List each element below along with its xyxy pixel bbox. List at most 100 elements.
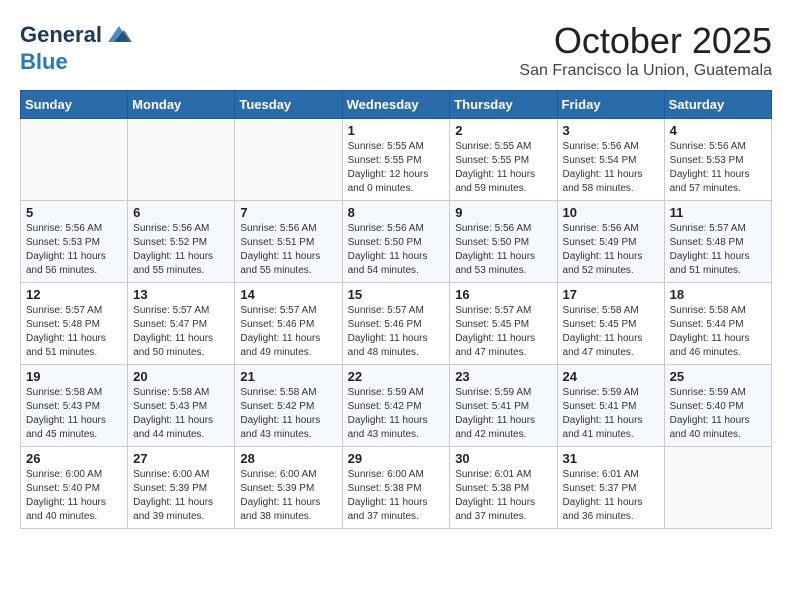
- calendar-cell: 10 Sunrise: 5:56 AM Sunset: 5:49 PM Dayli…: [557, 201, 664, 283]
- day-info: Sunrise: 5:56 AM Sunset: 5:50 PM Dayligh…: [455, 222, 551, 278]
- day-number: 30: [455, 451, 551, 466]
- day-info: Sunrise: 5:58 AM Sunset: 5:42 PM Dayligh…: [240, 386, 336, 442]
- day-number: 16: [455, 287, 551, 302]
- calendar-cell: 5Sunrise: 5:56 AM Sunset: 5:53 PM Daylig…: [21, 201, 128, 283]
- day-number: 23: [455, 369, 551, 384]
- calendar-cell: 28Sunrise: 6:00 AM Sunset: 5:39 PM Dayli…: [235, 447, 342, 529]
- day-info: Sunrise: 6:00 AM Sunset: 5:40 PM Dayligh…: [26, 468, 122, 524]
- day-info: Sunrise: 5:56 AM Sunset: 5:53 PM Dayligh…: [670, 140, 766, 196]
- calendar-cell: 6 Sunrise: 5:56 AM Sunset: 5:52 PM Daylig…: [128, 201, 235, 283]
- day-info: Sunrise: 5:57 AM Sunset: 5:48 PM Dayligh…: [670, 222, 766, 278]
- calendar-cell: 25 Sunrise: 5:59 AM Sunset: 5:40 PM Dayli…: [664, 365, 771, 447]
- day-number: 7: [240, 205, 336, 220]
- day-info: Sunrise: 5:58 AM Sunset: 5:45 PM Dayligh…: [563, 304, 659, 360]
- calendar-cell: 8Sunrise: 5:56 AM Sunset: 5:50 PM Daylig…: [342, 201, 450, 283]
- day-info: Sunrise: 5:59 AM Sunset: 5:42 PM Dayligh…: [348, 386, 445, 442]
- weekday-header-wednesday: Wednesday: [342, 91, 450, 119]
- weekday-header-saturday: Saturday: [664, 91, 771, 119]
- weekday-header-thursday: Thursday: [450, 91, 557, 119]
- day-number: 6: [133, 205, 229, 220]
- day-number: 2: [455, 123, 551, 138]
- day-number: 11: [670, 205, 766, 220]
- day-info: Sunrise: 5:59 AM Sunset: 5:41 PM Dayligh…: [455, 386, 551, 442]
- day-number: 26: [26, 451, 122, 466]
- calendar-week-row: 19 Sunrise: 5:58 AM Sunset: 5:43 PM Dayli…: [21, 365, 772, 447]
- day-info: Sunrise: 5:56 AM Sunset: 5:51 PM Dayligh…: [240, 222, 336, 278]
- calendar-cell: 17Sunrise: 5:58 AM Sunset: 5:45 PM Dayli…: [557, 283, 664, 365]
- calendar-cell: 19 Sunrise: 5:58 AM Sunset: 5:43 PM Dayli…: [21, 365, 128, 447]
- weekday-header-tuesday: Tuesday: [235, 91, 342, 119]
- day-number: 12: [26, 287, 122, 302]
- calendar-cell: 22Sunrise: 5:59 AM Sunset: 5:42 PM Dayli…: [342, 365, 450, 447]
- day-number: 8: [348, 205, 445, 220]
- day-number: 21: [240, 369, 336, 384]
- calendar-cell: 23 Sunrise: 5:59 AM Sunset: 5:41 PM Dayli…: [450, 365, 557, 447]
- calendar-cell: 11 Sunrise: 5:57 AM Sunset: 5:48 PM Dayli…: [664, 201, 771, 283]
- calendar-cell: [235, 119, 342, 201]
- day-info: Sunrise: 5:59 AM Sunset: 5:40 PM Dayligh…: [670, 386, 766, 442]
- day-info: Sunrise: 5:59 AM Sunset: 5:41 PM Dayligh…: [563, 386, 659, 442]
- weekday-header-friday: Friday: [557, 91, 664, 119]
- subtitle: San Francisco la Union, Guatemala: [519, 62, 772, 80]
- day-number: 1: [348, 123, 445, 138]
- calendar-cell: 15 Sunrise: 5:57 AM Sunset: 5:46 PM Dayli…: [342, 283, 450, 365]
- title-area: October 2025 San Francisco la Union, Gua…: [519, 20, 772, 80]
- logo: General Blue: [20, 20, 134, 74]
- day-number: 14: [240, 287, 336, 302]
- day-info: Sunrise: 5:56 AM Sunset: 5:54 PM Dayligh…: [563, 140, 659, 196]
- day-number: 15: [348, 287, 445, 302]
- calendar-cell: 12Sunrise: 5:57 AM Sunset: 5:48 PM Dayli…: [21, 283, 128, 365]
- day-info: Sunrise: 6:01 AM Sunset: 5:37 PM Dayligh…: [563, 468, 659, 524]
- calendar-week-row: 5Sunrise: 5:56 AM Sunset: 5:53 PM Daylig…: [21, 201, 772, 283]
- day-info: Sunrise: 5:58 AM Sunset: 5:43 PM Dayligh…: [26, 386, 122, 442]
- day-info: Sunrise: 5:55 AM Sunset: 5:55 PM Dayligh…: [348, 140, 445, 196]
- calendar-cell: [21, 119, 128, 201]
- calendar-cell: 26 Sunrise: 6:00 AM Sunset: 5:40 PM Dayli…: [21, 447, 128, 529]
- weekday-header-sunday: Sunday: [21, 91, 128, 119]
- month-title: October 2025: [519, 20, 772, 62]
- calendar-cell: 21 Sunrise: 5:58 AM Sunset: 5:42 PM Dayli…: [235, 365, 342, 447]
- calendar-cell: 30 Sunrise: 6:01 AM Sunset: 5:38 PM Dayli…: [450, 447, 557, 529]
- day-number: 27: [133, 451, 229, 466]
- day-number: 19: [26, 369, 122, 384]
- calendar-cell: 20 Sunrise: 5:58 AM Sunset: 5:43 PM Dayli…: [128, 365, 235, 447]
- logo-icon: [104, 20, 134, 50]
- day-number: 3: [563, 123, 659, 138]
- calendar-week-row: 1 Sunrise: 5:55 AM Sunset: 5:55 PM Daylig…: [21, 119, 772, 201]
- calendar-week-row: 12Sunrise: 5:57 AM Sunset: 5:48 PM Dayli…: [21, 283, 772, 365]
- day-info: Sunrise: 6:00 AM Sunset: 5:38 PM Dayligh…: [348, 468, 445, 524]
- calendar-cell: 1 Sunrise: 5:55 AM Sunset: 5:55 PM Daylig…: [342, 119, 450, 201]
- day-number: 20: [133, 369, 229, 384]
- day-info: Sunrise: 5:58 AM Sunset: 5:43 PM Dayligh…: [133, 386, 229, 442]
- calendar-cell: 31 Sunrise: 6:01 AM Sunset: 5:37 PM Dayli…: [557, 447, 664, 529]
- calendar-cell: 3 Sunrise: 5:56 AM Sunset: 5:54 PM Daylig…: [557, 119, 664, 201]
- day-info: Sunrise: 5:56 AM Sunset: 5:52 PM Dayligh…: [133, 222, 229, 278]
- calendar-cell: 18 Sunrise: 5:58 AM Sunset: 5:44 PM Dayli…: [664, 283, 771, 365]
- day-info: Sunrise: 5:57 AM Sunset: 5:46 PM Dayligh…: [348, 304, 445, 360]
- day-info: Sunrise: 5:55 AM Sunset: 5:55 PM Dayligh…: [455, 140, 551, 196]
- day-info: Sunrise: 6:00 AM Sunset: 5:39 PM Dayligh…: [133, 468, 229, 524]
- day-info: Sunrise: 5:57 AM Sunset: 5:45 PM Dayligh…: [455, 304, 551, 360]
- day-number: 24: [563, 369, 659, 384]
- day-info: Sunrise: 6:01 AM Sunset: 5:38 PM Dayligh…: [455, 468, 551, 524]
- calendar-cell: 16 Sunrise: 5:57 AM Sunset: 5:45 PM Dayli…: [450, 283, 557, 365]
- day-number: 31: [563, 451, 659, 466]
- day-number: 4: [670, 123, 766, 138]
- day-number: 10: [563, 205, 659, 220]
- day-info: Sunrise: 5:58 AM Sunset: 5:44 PM Dayligh…: [670, 304, 766, 360]
- day-info: Sunrise: 5:56 AM Sunset: 5:53 PM Dayligh…: [26, 222, 122, 278]
- day-info: Sunrise: 5:57 AM Sunset: 5:46 PM Dayligh…: [240, 304, 336, 360]
- day-number: 18: [670, 287, 766, 302]
- weekday-header-monday: Monday: [128, 91, 235, 119]
- calendar-cell: [128, 119, 235, 201]
- calendar-cell: 2 Sunrise: 5:55 AM Sunset: 5:55 PM Daylig…: [450, 119, 557, 201]
- day-info: Sunrise: 5:56 AM Sunset: 5:49 PM Dayligh…: [563, 222, 659, 278]
- day-number: 13: [133, 287, 229, 302]
- calendar-cell: 24 Sunrise: 5:59 AM Sunset: 5:41 PM Dayli…: [557, 365, 664, 447]
- day-number: 28: [240, 451, 336, 466]
- calendar-cell: 14 Sunrise: 5:57 AM Sunset: 5:46 PM Dayli…: [235, 283, 342, 365]
- calendar-cell: 7 Sunrise: 5:56 AM Sunset: 5:51 PM Daylig…: [235, 201, 342, 283]
- day-number: 29: [348, 451, 445, 466]
- day-number: 9: [455, 205, 551, 220]
- day-number: 25: [670, 369, 766, 384]
